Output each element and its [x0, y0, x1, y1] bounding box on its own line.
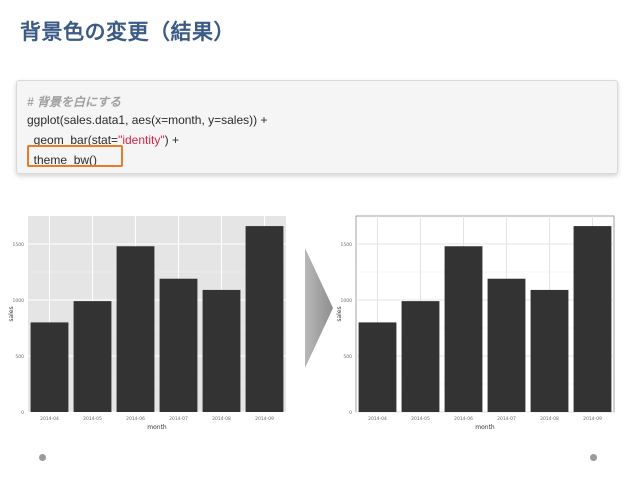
- x-tick-label: 2014-05: [83, 416, 102, 422]
- y-tick-label: 0: [349, 410, 352, 416]
- y-axis-label: sales: [336, 306, 343, 321]
- x-tick-label: 2014-06: [454, 416, 473, 422]
- x-tick-label: 2014-04: [368, 416, 387, 422]
- x-tick-label: 2014-04: [40, 416, 59, 422]
- x-axis-label: month: [147, 424, 167, 431]
- x-tick-label: 2014-09: [583, 416, 602, 422]
- x-tick-label: 2014-08: [212, 416, 231, 422]
- bar-chart-bw-theme: 0 500 1000 1500 2014-04 2014-05 2014-06 2014-07…: [336, 215, 615, 431]
- bar: [202, 289, 241, 412]
- x-tick-label: 2014-08: [540, 416, 559, 422]
- x-axis-label: month: [475, 424, 495, 431]
- bar: [573, 226, 612, 412]
- bar: [444, 246, 483, 412]
- bar: [487, 278, 526, 412]
- x-tick-label: 2014-09: [255, 416, 274, 422]
- code-line-ggplot: ggplot(sales.data1, aes(x=month, y=sales…: [27, 113, 268, 127]
- code-comment: # 背景を白にする: [27, 95, 122, 109]
- x-tick-label: 2014-06: [126, 416, 145, 422]
- bar: [73, 301, 112, 412]
- code-text: ) +: [164, 133, 179, 147]
- pager-dot-left: [39, 454, 46, 461]
- bar: [401, 301, 440, 412]
- bar: [159, 278, 198, 412]
- y-tick-label: 1000: [341, 298, 353, 304]
- code-string: "identity": [118, 133, 165, 147]
- x-tick-label: 2014-07: [169, 416, 188, 422]
- bar: [530, 289, 569, 412]
- y-tick-label: 0: [21, 410, 24, 416]
- y-axis-label: sales: [8, 306, 15, 321]
- bar: [358, 322, 397, 412]
- bar: [30, 322, 69, 412]
- highlight-box: [27, 145, 123, 167]
- chevron-right-arrow-icon: [305, 248, 333, 368]
- y-tick-label: 1500: [13, 242, 25, 248]
- y-tick-label: 1000: [13, 298, 25, 304]
- bar: [116, 246, 155, 412]
- pager-dot-right: [590, 454, 597, 461]
- page-title: 背景色の変更（結果）: [20, 20, 235, 44]
- bar: [245, 226, 284, 412]
- y-tick-label: 1500: [341, 242, 353, 248]
- y-tick-label: 500: [15, 354, 24, 360]
- code-block: # 背景を白にする ggplot(sales.data1, aes(x=mont…: [16, 80, 618, 174]
- x-tick-label: 2014-05: [411, 416, 430, 422]
- x-tick-label: 2014-07: [497, 416, 516, 422]
- bar-chart-grey-theme: 0 500 1000 1500 2014-04 2014-05 2014-06 2014-07…: [8, 216, 286, 431]
- y-tick-label: 500: [343, 354, 352, 360]
